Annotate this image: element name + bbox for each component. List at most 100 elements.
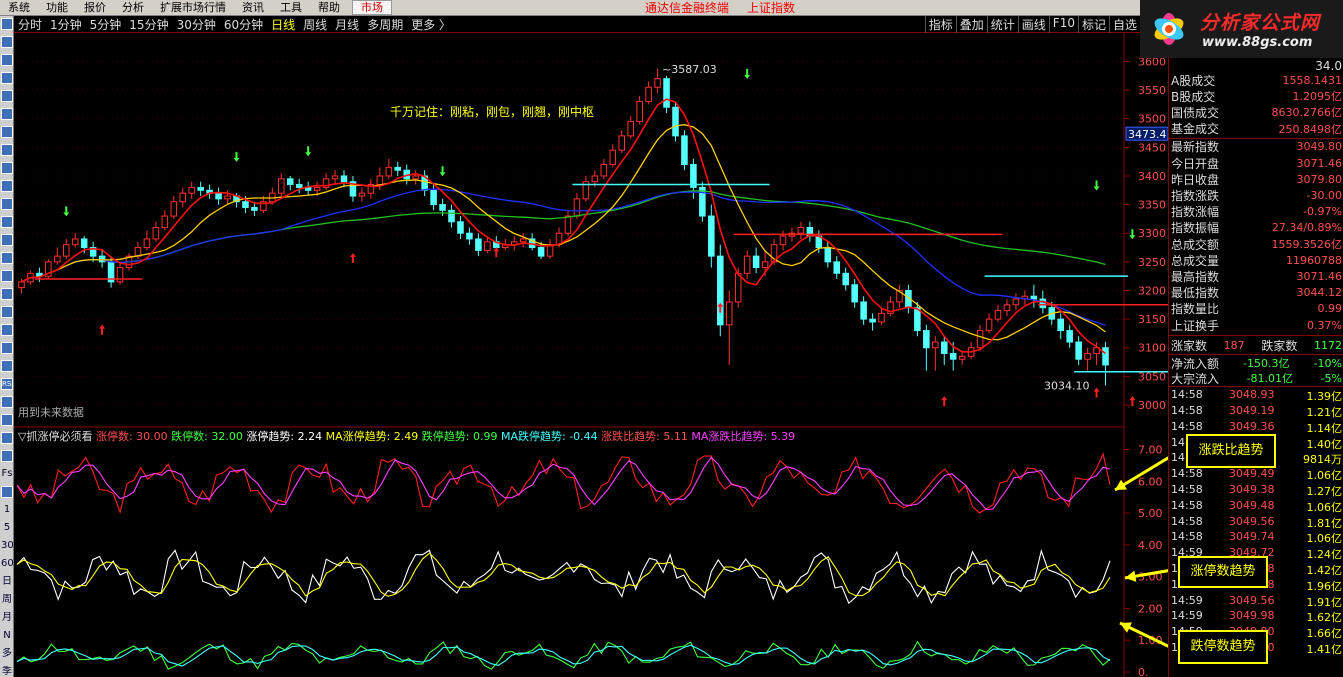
tick-amount: 1.06亿: [1306, 500, 1343, 514]
candle-body: [743, 255, 751, 274]
stat-label: 指数涨跌: [1171, 188, 1220, 203]
tick-time: 14:58: [1171, 467, 1203, 481]
candle-body: [958, 355, 966, 360]
current-price-label: 3473.4: [1128, 128, 1167, 141]
tick-amount: 1.81亿: [1306, 516, 1343, 530]
candle-body: [860, 301, 867, 320]
candle-body: [71, 238, 79, 246]
stat-row: 指数涨跌 -30.00: [1169, 187, 1343, 203]
stat-value: 3044.12: [1296, 286, 1343, 300]
tick-amount: 1.96亿: [1306, 579, 1343, 593]
candle-body: [448, 209, 455, 223]
candle-body: [1066, 330, 1073, 343]
chart-area[interactable]: 3600355035003450340033503300325032003150…: [0, 0, 1168, 677]
candle-body: [618, 135, 626, 151]
y-tick-label: 3250: [1138, 256, 1166, 269]
y-tick-label: 3550: [1138, 84, 1166, 97]
stat-row: 最新指数 3049.80: [1169, 139, 1343, 155]
tick-amount: 1.39亿: [1306, 390, 1343, 404]
updown-row: 涨家数 187 跌家数 1172: [1169, 337, 1343, 353]
candle-body: [654, 78, 661, 88]
flow-row: 大宗流入 -81.01亿 -5%: [1169, 370, 1343, 386]
tick-row: 14:58 3049.38 1.27亿: [1169, 483, 1343, 499]
tick-time: 14:58: [1171, 419, 1203, 433]
stat-value: 27.34/0.89%: [1271, 221, 1342, 235]
candle-body: [663, 78, 670, 108]
y-tick-label: 3350: [1138, 199, 1166, 212]
tick-amount: 1.27亿: [1306, 485, 1343, 498]
logo-url: www.88gs.com: [1202, 35, 1313, 50]
sub-y-tick-label: 0.: [1138, 666, 1149, 677]
sub-chart-value: 跌停趋势: 0.99: [418, 429, 497, 443]
candle-body: [286, 178, 294, 186]
candle-body: [519, 238, 527, 243]
candle-body: [940, 341, 948, 354]
candle-body: [591, 175, 599, 183]
flow-pct: -10%: [1313, 356, 1342, 370]
stat-row: 指数振幅 27.34/0.89%: [1169, 220, 1343, 236]
stat-value: 1559.3526亿: [1271, 238, 1343, 251]
tick-price: 3049.74: [1229, 530, 1275, 544]
candle-body: [609, 149, 617, 166]
tick-price: 3049.38: [1229, 483, 1275, 496]
high-label: ~3587.03: [662, 63, 717, 76]
candle-body: [62, 244, 70, 257]
tick-amount: 1.62亿: [1306, 611, 1343, 625]
candle-body: [215, 192, 222, 200]
candle-body: [1057, 318, 1065, 332]
sub-y-tick-label: 5.00: [1138, 507, 1163, 520]
stat-row: 国债成交 8630.2766亿: [1169, 104, 1343, 120]
tick-amount: 1.41亿: [1306, 643, 1343, 656]
stat-value: 11960788: [1286, 253, 1342, 267]
candle-body: [932, 341, 939, 349]
stat-row: 最低指数 3044.12: [1169, 285, 1343, 301]
stat-label: B股成交: [1171, 89, 1216, 104]
candle-body: [878, 312, 885, 323]
stat-value: 8630.2766亿: [1271, 106, 1343, 120]
candle-body: [385, 166, 393, 177]
stat-label: 昨日收盘: [1171, 172, 1220, 187]
candle-body: [672, 106, 679, 137]
stat-value: 3049.80: [1296, 140, 1343, 154]
stat-value: 3079.80: [1296, 172, 1343, 186]
y-tick-label: 3100: [1138, 342, 1166, 355]
stat-value: -30.00: [1306, 188, 1342, 202]
candle-body: [376, 175, 384, 186]
tick-row: 14:59 3049.98 1.62亿: [1169, 609, 1343, 625]
candle-body: [564, 215, 572, 234]
candle-body: [54, 255, 61, 263]
tick-amount: 1.91亿: [1306, 595, 1343, 609]
flow-pct: -5%: [1320, 371, 1342, 385]
top-value-text: 34.0: [1315, 59, 1342, 73]
candle-body: [708, 215, 715, 257]
candle-body: [295, 184, 303, 188]
candle-body: [278, 178, 285, 194]
y-tick-label: 3150: [1138, 313, 1166, 326]
stat-label: 最新指数: [1171, 140, 1220, 155]
candle-body: [717, 255, 724, 326]
candle-body: [394, 166, 402, 171]
candle-body: [537, 247, 545, 257]
tick-time: 14:58: [1171, 483, 1203, 496]
y-tick-label: 3450: [1138, 141, 1166, 154]
chart-bg: [14, 33, 1168, 677]
candle-body: [170, 201, 178, 217]
stat-value: -0.97%: [1303, 205, 1342, 219]
candle-body: [484, 241, 491, 251]
candle-body: [412, 175, 419, 180]
sub-chart-value: MA涨跌比趋势: 5.39: [688, 429, 795, 443]
stat-row: 最高指数 3071.46: [1169, 268, 1343, 284]
stat-row: B股成交 1.2095亿: [1169, 88, 1343, 104]
y-tick-label: 3400: [1138, 170, 1166, 183]
down-label: 跌家数: [1261, 338, 1298, 353]
stat-row: 上证换手 0.37%: [1169, 317, 1343, 333]
stat-label: 最高指数: [1171, 269, 1220, 284]
brand-logo: 分析家公式网 www.88gs.com: [1140, 0, 1343, 58]
sub-chart-value: 涨跌比趋势: 5.11: [598, 429, 688, 443]
annot-limitdown-trend: 跌停数趋势: [1178, 630, 1268, 664]
y-tick-label: 3500: [1138, 113, 1166, 126]
tick-price: 3049.49: [1229, 467, 1275, 481]
candle-body: [923, 330, 930, 349]
tick-amount: 1.24亿: [1306, 548, 1343, 562]
candle-body: [985, 318, 993, 332]
